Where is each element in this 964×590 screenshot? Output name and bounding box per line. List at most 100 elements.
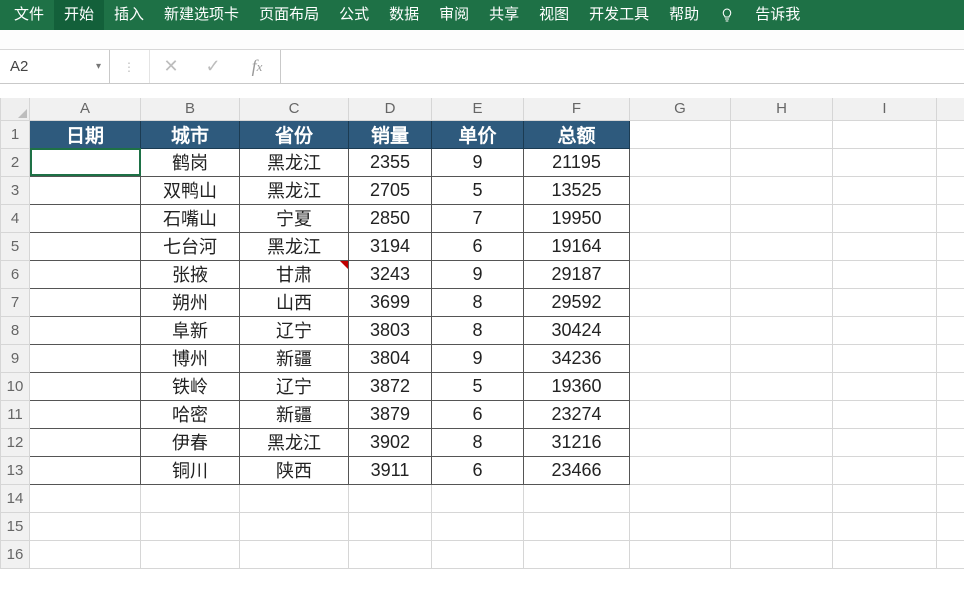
cell[interactable] [833, 316, 937, 344]
cell[interactable] [524, 512, 630, 540]
cell[interactable] [30, 484, 141, 512]
cell[interactable]: 21195 [524, 148, 630, 176]
cell[interactable]: 辽宁 [240, 316, 349, 344]
cell[interactable] [524, 540, 630, 568]
cell[interactable] [731, 316, 833, 344]
cell[interactable] [833, 288, 937, 316]
cell[interactable]: 5 [432, 176, 524, 204]
cell[interactable] [833, 260, 937, 288]
menu-insert[interactable]: 插入 [104, 0, 154, 30]
cell[interactable] [141, 484, 240, 512]
cell[interactable]: 3902 [349, 428, 432, 456]
menu-home[interactable]: 开始 [54, 0, 104, 30]
cell[interactable] [731, 512, 833, 540]
cell[interactable] [630, 512, 731, 540]
cell[interactable]: 13525 [524, 176, 630, 204]
cell[interactable] [833, 484, 937, 512]
cell[interactable] [833, 540, 937, 568]
cell[interactable]: 朔州 [141, 288, 240, 316]
cell[interactable] [731, 204, 833, 232]
menu-devtools[interactable]: 开发工具 [579, 0, 659, 30]
col-header-H[interactable]: H [731, 98, 833, 120]
cell[interactable] [731, 148, 833, 176]
cell[interactable] [731, 344, 833, 372]
cell[interactable] [833, 456, 937, 484]
cell[interactable] [30, 540, 141, 568]
cell[interactable] [141, 512, 240, 540]
cell[interactable]: 2705 [349, 176, 432, 204]
cell[interactable]: 3879 [349, 400, 432, 428]
cell[interactable]: 8 [432, 428, 524, 456]
cell[interactable] [30, 232, 141, 260]
row-header[interactable]: 13 [1, 456, 30, 484]
col-header-B[interactable]: B [141, 98, 240, 120]
cell[interactable]: 3243 [349, 260, 432, 288]
cell[interactable]: 铁岭 [141, 372, 240, 400]
col-header-I[interactable]: I [833, 98, 937, 120]
row-header[interactable]: 4 [1, 204, 30, 232]
cell[interactable]: 3194 [349, 232, 432, 260]
cell[interactable]: 鹤岗 [141, 148, 240, 176]
data-header-cell[interactable]: 城市 [141, 120, 240, 148]
data-header-cell[interactable]: 日期 [30, 120, 141, 148]
cell[interactable]: 博州 [141, 344, 240, 372]
cell[interactable] [141, 540, 240, 568]
cell[interactable] [30, 372, 141, 400]
menu-tellme[interactable]: 告诉我 [745, 0, 810, 30]
cell[interactable] [30, 148, 141, 176]
cell[interactable]: 29187 [524, 260, 630, 288]
col-header-A[interactable]: A [30, 98, 141, 120]
insert-function-icon[interactable]: fx [234, 50, 280, 83]
cell[interactable] [833, 512, 937, 540]
cell[interactable] [30, 176, 141, 204]
cell[interactable] [630, 456, 731, 484]
cell[interactable]: 黑龙江 [240, 232, 349, 260]
cell[interactable] [630, 400, 731, 428]
menu-share[interactable]: 共享 [479, 0, 529, 30]
cell[interactable] [30, 344, 141, 372]
data-header-cell[interactable]: 单价 [432, 120, 524, 148]
cell[interactable] [731, 176, 833, 204]
cell[interactable] [432, 484, 524, 512]
row-header[interactable]: 15 [1, 512, 30, 540]
formula-input[interactable] [281, 50, 964, 83]
col-header-G[interactable]: G [630, 98, 731, 120]
row-header[interactable]: 9 [1, 344, 30, 372]
col-header-D[interactable]: D [349, 98, 432, 120]
cell[interactable]: 3872 [349, 372, 432, 400]
cell[interactable] [630, 120, 731, 148]
cell[interactable]: 9 [432, 344, 524, 372]
cell[interactable] [630, 232, 731, 260]
cell[interactable] [833, 148, 937, 176]
cell[interactable] [630, 176, 731, 204]
cell[interactable] [349, 512, 432, 540]
data-header-cell[interactable]: 总额 [524, 120, 630, 148]
cell[interactable] [833, 120, 937, 148]
cell[interactable]: 伊春 [141, 428, 240, 456]
cell[interactable] [30, 288, 141, 316]
col-header-F[interactable]: F [524, 98, 630, 120]
cancel-formula-icon[interactable]: ✕ [150, 50, 192, 83]
cell[interactable] [240, 512, 349, 540]
row-header[interactable]: 7 [1, 288, 30, 316]
cell[interactable]: 31216 [524, 428, 630, 456]
cell[interactable] [630, 288, 731, 316]
cell[interactable] [833, 400, 937, 428]
cell[interactable] [731, 260, 833, 288]
cell[interactable]: 新疆 [240, 344, 349, 372]
cell[interactable] [240, 484, 349, 512]
accept-formula-icon[interactable]: ✓ [192, 50, 234, 83]
cell[interactable] [630, 372, 731, 400]
menu-review[interactable]: 审阅 [429, 0, 479, 30]
cell[interactable]: 9 [432, 148, 524, 176]
cell[interactable]: 铜川 [141, 456, 240, 484]
cell[interactable]: 黑龙江 [240, 148, 349, 176]
cell[interactable]: 6 [432, 456, 524, 484]
cell[interactable] [524, 484, 630, 512]
cell[interactable]: 黑龙江 [240, 176, 349, 204]
lightbulb-icon[interactable] [709, 7, 745, 23]
cell[interactable]: 9 [432, 260, 524, 288]
row-header[interactable]: 5 [1, 232, 30, 260]
col-header-C[interactable]: C [240, 98, 349, 120]
data-header-cell[interactable]: 省份 [240, 120, 349, 148]
